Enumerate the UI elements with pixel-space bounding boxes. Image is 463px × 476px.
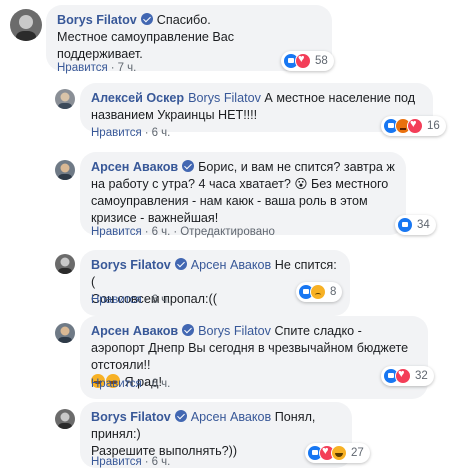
comment-author[interactable]: Borys Filatov <box>91 258 171 272</box>
reactions-summary[interactable]: 58 <box>281 51 334 71</box>
avatar[interactable] <box>55 89 75 109</box>
verified-badge-icon <box>174 410 187 422</box>
avatar[interactable] <box>55 160 75 180</box>
separator: · <box>110 62 115 74</box>
comment-timestamp[interactable]: 6 ч. <box>152 226 171 238</box>
reaction-count: 34 <box>417 219 430 231</box>
avatar[interactable] <box>55 409 75 429</box>
comment-actions: Нравится · 6 ч. <box>91 127 170 139</box>
like-button[interactable]: Нравится <box>91 294 142 306</box>
comment-author[interactable]: Borys Filatov <box>57 13 137 27</box>
like-button[interactable]: Нравится <box>91 226 142 238</box>
comment-author[interactable]: Borys Filatov <box>91 410 171 424</box>
reaction-count: 32 <box>415 370 428 382</box>
comment-mention[interactable]: Арсен Аваков <box>191 258 271 272</box>
reaction-count: 16 <box>427 120 440 132</box>
reaction-count: 27 <box>351 447 364 459</box>
comment-timestamp[interactable]: 6 ч. <box>152 127 171 139</box>
like-button[interactable]: Нравится <box>91 378 142 390</box>
avatar[interactable] <box>10 9 42 41</box>
reactions-summary[interactable]: 16 <box>381 116 446 136</box>
comment-mention[interactable]: Арсен Аваков <box>191 410 271 424</box>
sad-reaction-icon <box>310 284 326 300</box>
edited-label: Отредактировано <box>180 226 275 238</box>
haha-reaction-icon <box>331 445 347 461</box>
comment-actions: Нравится · 6 ч. <box>91 294 170 306</box>
love-reaction-icon <box>407 118 423 134</box>
comment-text: Спасибо. <box>156 13 211 27</box>
comment-actions: Нравится · 6 ч. <box>91 456 170 468</box>
reactions-summary[interactable]: 8 <box>296 282 343 302</box>
separator: · <box>144 294 149 306</box>
separator: · <box>144 226 149 238</box>
verified-badge-icon <box>182 324 195 336</box>
comment-author[interactable]: Арсен Аваков <box>91 324 178 338</box>
reaction-count: 58 <box>315 55 328 67</box>
comment-author[interactable]: Алексей Оскер <box>91 91 184 105</box>
reaction-count: 8 <box>330 286 337 298</box>
avatar[interactable] <box>55 323 75 343</box>
separator: · <box>144 127 149 139</box>
comment-actions: Нравится · 7 ч. <box>57 62 136 74</box>
separator: · <box>173 226 178 238</box>
verified-badge-icon <box>174 258 187 270</box>
love-reaction-icon <box>295 53 311 69</box>
like-button[interactable]: Нравится <box>91 127 142 139</box>
comment-timestamp[interactable]: 6 ч. <box>152 456 171 468</box>
reactions-summary[interactable]: 34 <box>395 215 436 235</box>
comment-timestamp[interactable]: 7 ч. <box>118 62 137 74</box>
like-reaction-icon <box>397 217 413 233</box>
comment-timestamp[interactable]: 6 ч. <box>152 378 171 390</box>
love-reaction-icon <box>395 368 411 384</box>
comment-author[interactable]: Арсен Аваков <box>91 160 178 174</box>
verified-badge-icon <box>140 13 153 25</box>
comment-actions: Нравится · 6 ч. · Отредактировано <box>91 226 275 238</box>
reactions-summary[interactable]: 27 <box>305 443 370 463</box>
separator: · <box>144 378 149 390</box>
comment-text-line2: Местное самоуправление Вас поддерживает. <box>57 30 235 61</box>
reactions-summary[interactable]: 32 <box>381 366 434 386</box>
like-button[interactable]: Нравится <box>57 62 108 74</box>
verified-badge-icon <box>182 160 195 172</box>
comment-actions: Нравится · 6 ч. <box>91 378 170 390</box>
comment-bubble: Арсен Аваков Борис, и вам не спится? завт… <box>80 152 406 235</box>
like-button[interactable]: Нравится <box>91 456 142 468</box>
separator: · <box>144 456 149 468</box>
avatar[interactable] <box>55 254 75 274</box>
comment-mention[interactable]: Borys Filatov <box>198 324 271 338</box>
comment-mention[interactable]: Borys Filatov <box>188 91 261 105</box>
comment-timestamp[interactable]: 6 ч. <box>152 294 171 306</box>
